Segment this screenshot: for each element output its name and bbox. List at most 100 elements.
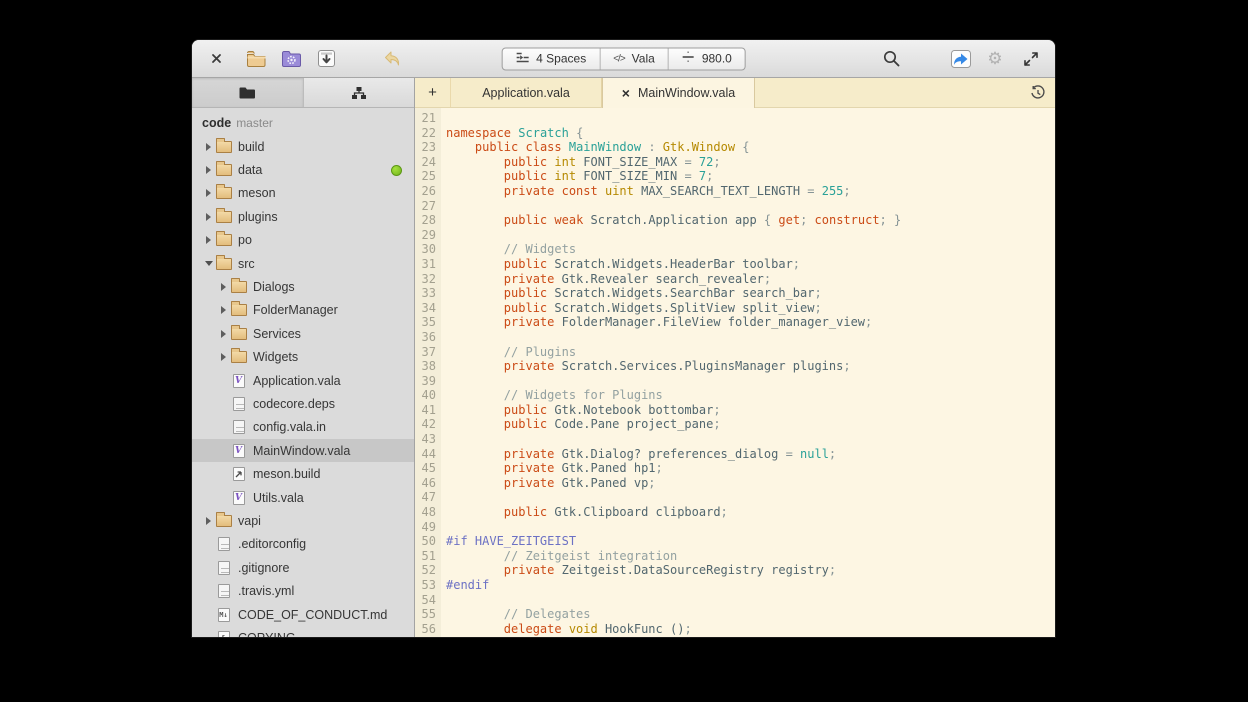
code-line[interactable]: delegate void HookFunc ();	[446, 622, 1055, 637]
code-line[interactable]: public weak Scratch.Application app { ge…	[446, 213, 1055, 228]
tree-item-widgets[interactable]: Widgets	[192, 346, 414, 369]
folder-icon	[231, 281, 247, 293]
code-line[interactable]: // Zeitgeist integration	[446, 549, 1055, 564]
expander-icon[interactable]	[217, 353, 230, 361]
code-line[interactable]: // Widgets	[446, 242, 1055, 257]
close-icon[interactable]	[204, 47, 228, 71]
tree-item-vapi[interactable]: vapi	[192, 509, 414, 532]
code-line[interactable]: private Scratch.Services.PluginsManager …	[446, 359, 1055, 374]
code-line[interactable]: private Gtk.Paned hp1;	[446, 461, 1055, 476]
tree-item-plugins[interactable]: plugins	[192, 205, 414, 228]
code-line[interactable]	[446, 199, 1055, 214]
expander-icon[interactable]	[202, 143, 215, 151]
code-line[interactable]: public Gtk.Clipboard clipboard;	[446, 505, 1055, 520]
expander-icon[interactable]	[202, 166, 215, 174]
indentation-button[interactable]: 4 Spaces	[502, 48, 599, 69]
code-line[interactable]	[446, 432, 1055, 447]
line-number: 32	[415, 272, 436, 287]
fullscreen-icon[interactable]	[1019, 47, 1043, 71]
expander-icon[interactable]	[202, 213, 215, 221]
code-line[interactable]: #endif	[446, 578, 1055, 593]
tree-item-src[interactable]: src	[192, 252, 414, 275]
tree-item-meson-build[interactable]: meson.build	[192, 462, 414, 485]
folder-icon	[231, 328, 247, 340]
templates-folder-icon[interactable]	[279, 47, 303, 71]
expander-icon[interactable]	[202, 517, 215, 525]
tree-item--travis-yml[interactable]: .travis.yml	[192, 579, 414, 602]
code-line[interactable]: public class MainWindow : Gtk.Window {	[446, 140, 1055, 155]
save-icon[interactable]	[314, 47, 338, 71]
expander-icon[interactable]	[217, 306, 230, 314]
expander-icon[interactable]	[202, 261, 215, 266]
folder-icon	[231, 351, 247, 363]
new-tab-button[interactable]: +	[415, 78, 451, 107]
line-number: 25	[415, 169, 436, 184]
files-view-toggle[interactable]	[192, 78, 303, 107]
code-line[interactable]: public Scratch.Widgets.SplitView split_v…	[446, 301, 1055, 316]
tab-close-icon[interactable]: ×	[622, 86, 630, 100]
tree-item-build[interactable]: build	[192, 135, 414, 158]
tree-item-mainwindow-vala[interactable]: VMainWindow.vala	[192, 439, 414, 462]
tab-application-vala[interactable]: Application.vala	[451, 78, 602, 107]
tree-item--gitignore[interactable]: .gitignore	[192, 556, 414, 579]
tree-item-services[interactable]: Services	[192, 322, 414, 345]
code-line[interactable]: public int FONT_SIZE_MAX = 72;	[446, 155, 1055, 170]
source-editor[interactable]: 2122232425262728293031323334353637383940…	[415, 108, 1055, 637]
tree-item--editorconfig[interactable]: .editorconfig	[192, 533, 414, 556]
code-line[interactable]: private Gtk.Dialog? preferences_dialog =…	[446, 447, 1055, 462]
tree-item-codecore-deps[interactable]: codecore.deps	[192, 392, 414, 415]
search-icon[interactable]	[879, 47, 903, 71]
outline-view-toggle[interactable]	[303, 78, 415, 107]
expander-icon[interactable]	[217, 330, 230, 338]
tree-item-po[interactable]: po	[192, 229, 414, 252]
code-line[interactable]	[446, 520, 1055, 535]
tree-item-dialogs[interactable]: Dialogs	[192, 275, 414, 298]
line-number: 56	[415, 622, 436, 637]
tree-item-utils-vala[interactable]: VUtils.vala	[192, 486, 414, 509]
tree-item-config-vala-in[interactable]: config.vala.in	[192, 416, 414, 439]
code-line[interactable]: public int FONT_SIZE_MIN = 7;	[446, 169, 1055, 184]
code-line[interactable]	[446, 593, 1055, 608]
code-line[interactable]: private const uint MAX_SEARCH_TEXT_LENGT…	[446, 184, 1055, 199]
code-line[interactable]: // Plugins	[446, 345, 1055, 360]
folder-icon	[216, 141, 232, 153]
share-icon[interactable]	[949, 47, 973, 71]
expander-icon[interactable]	[202, 236, 215, 244]
history-icon[interactable]	[1030, 78, 1046, 107]
tree-item-data[interactable]: data	[192, 158, 414, 181]
goto-line-button[interactable]: 980.0	[668, 48, 745, 69]
expander-icon[interactable]	[202, 189, 215, 197]
code-pane[interactable]: namespace Scratch { public class MainWin…	[441, 108, 1055, 637]
tree-item-foldermanager[interactable]: FolderManager	[192, 299, 414, 322]
code-line[interactable]: private FolderManager.FileView folder_ma…	[446, 315, 1055, 330]
code-line[interactable]: public Code.Pane project_pane;	[446, 417, 1055, 432]
tree-item-copying[interactable]: §COPYING	[192, 626, 414, 637]
settings-gear-icon[interactable]: ⚙	[983, 47, 1007, 71]
code-line[interactable]	[446, 330, 1055, 345]
code-line[interactable]	[446, 111, 1055, 126]
line-number: 45	[415, 461, 436, 476]
code-line[interactable]	[446, 228, 1055, 243]
code-line[interactable]	[446, 374, 1055, 389]
tree-item-code-of-conduct-md[interactable]: M↓CODE_OF_CONDUCT.md	[192, 603, 414, 626]
code-line[interactable]: private Zeitgeist.DataSourceRegistry reg…	[446, 563, 1055, 578]
project-header[interactable]: codemaster	[192, 108, 414, 135]
tab-mainwindow-vala[interactable]: × MainWindow.vala	[602, 78, 755, 108]
tree-item-application-vala[interactable]: VApplication.vala	[192, 369, 414, 392]
folder-icon	[216, 234, 232, 246]
expander-icon[interactable]	[217, 283, 230, 291]
code-line[interactable]: // Widgets for Plugins	[446, 388, 1055, 403]
code-line[interactable]: // Delegates	[446, 607, 1055, 622]
code-line[interactable]: namespace Scratch {	[446, 126, 1055, 141]
code-line[interactable]	[446, 490, 1055, 505]
code-line[interactable]: private Gtk.Revealer search_revealer;	[446, 272, 1055, 287]
open-folder-icon[interactable]	[244, 47, 268, 71]
code-line[interactable]: private Gtk.Paned vp;	[446, 476, 1055, 491]
language-button[interactable]: </> Vala	[599, 48, 668, 69]
code-line[interactable]: public Scratch.Widgets.HeaderBar toolbar…	[446, 257, 1055, 272]
code-line[interactable]: #if HAVE_ZEITGEIST	[446, 534, 1055, 549]
code-line[interactable]: public Gtk.Notebook bottombar;	[446, 403, 1055, 418]
code-line[interactable]: public Scratch.Widgets.SearchBar search_…	[446, 286, 1055, 301]
line-number: 40	[415, 388, 436, 403]
tree-item-meson[interactable]: meson	[192, 182, 414, 205]
